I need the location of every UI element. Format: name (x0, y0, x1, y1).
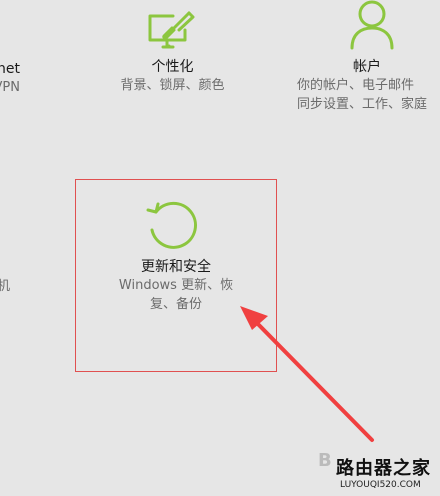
red-arrow-annotation (240, 306, 374, 442)
watermark: B 路由器之家 LUYOUQI520.COM (318, 442, 440, 496)
watermark-b-fragment: B (318, 450, 332, 471)
watermark-sub: LUYOUQI520.COM (340, 480, 421, 490)
watermark-main: 路由器之家 (336, 458, 431, 479)
